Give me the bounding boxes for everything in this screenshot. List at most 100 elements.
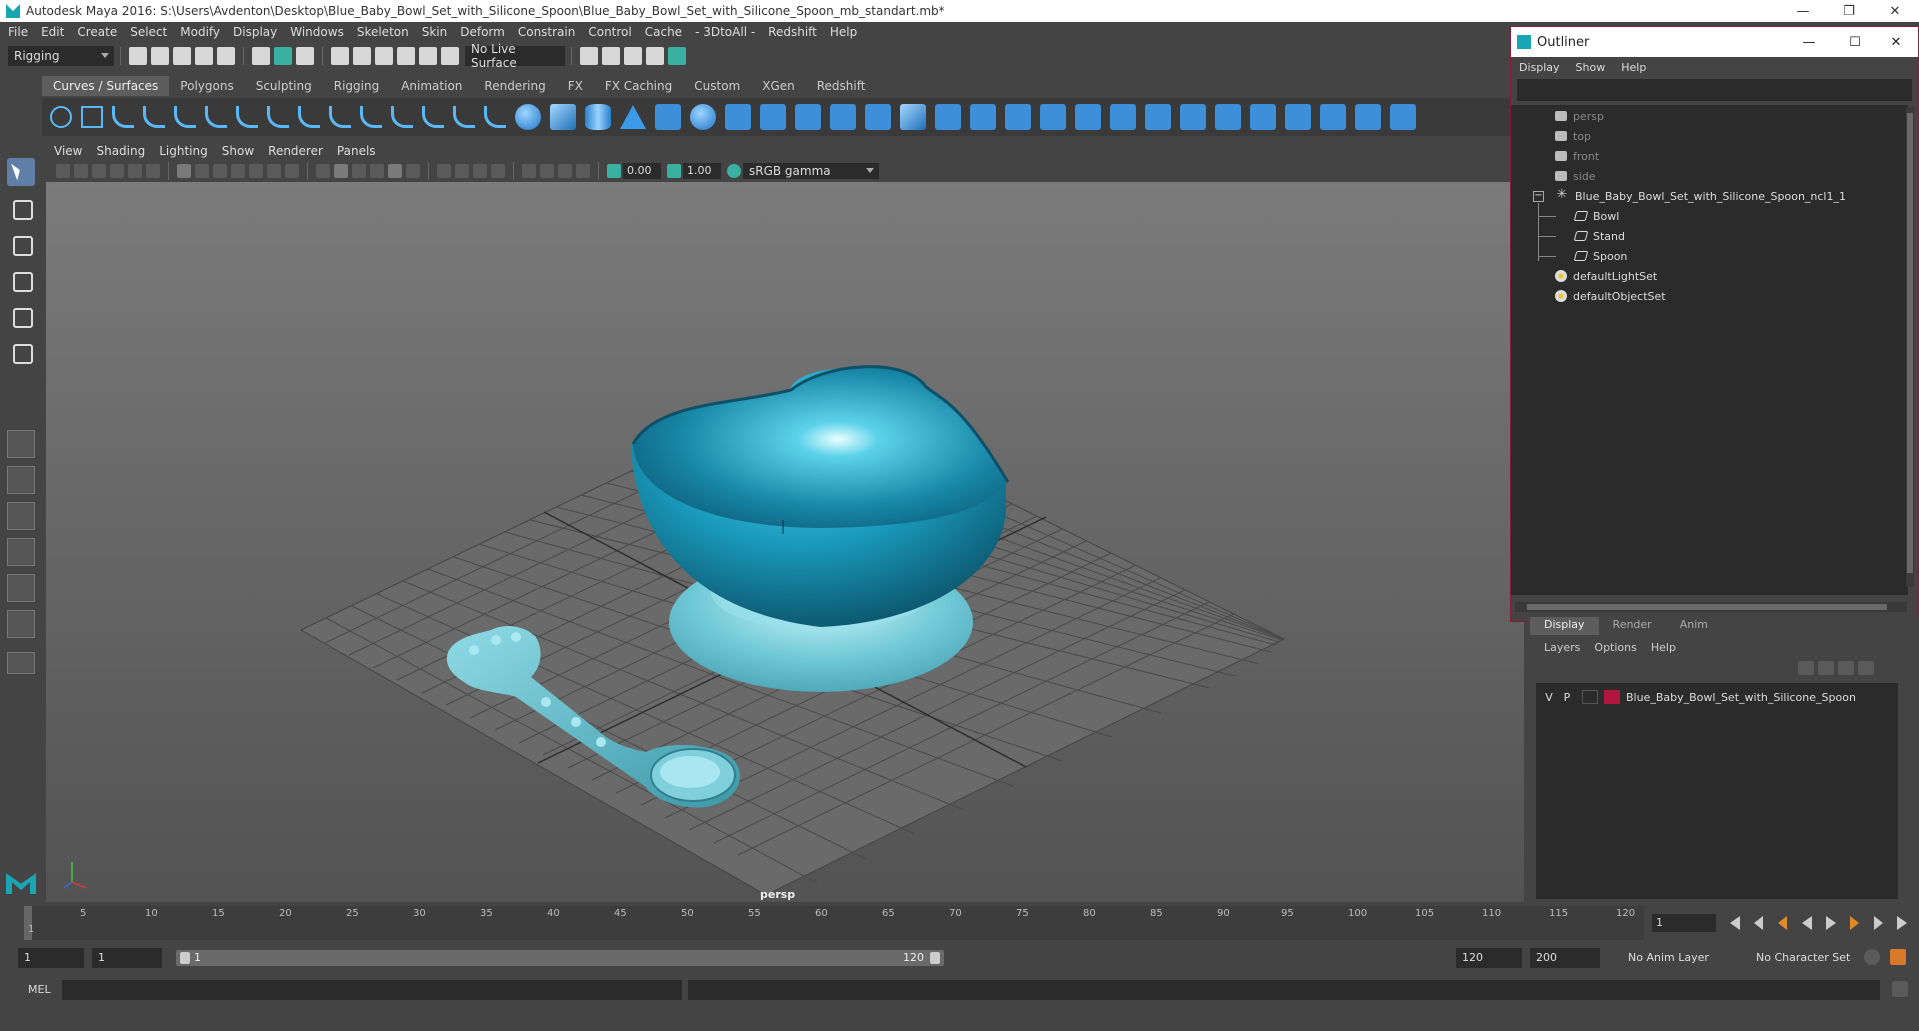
menu-skin[interactable]: Skin [422,25,448,39]
rebuild-surface-icon[interactable] [1320,104,1346,130]
magnet-icon[interactable] [441,47,459,65]
menu-cache[interactable]: Cache [645,25,682,39]
default-material-icon[interactable] [352,164,366,178]
nurbs-cylinder-icon[interactable] [585,104,611,130]
animation-end-field[interactable]: 200 [1530,948,1600,968]
tree-item-default-light-set[interactable]: defaultLightSet [1555,267,1657,285]
screen-space-ao-icon[interactable] [437,164,451,178]
menu-3dtoall[interactable]: - 3DtoAll - [695,25,755,39]
project-curve-icon[interactable] [1005,104,1031,130]
go-to-end-button[interactable] [1897,916,1907,930]
arc-tool-icon[interactable] [205,106,227,128]
snap-surface-icon[interactable] [419,47,437,65]
animation-start-field[interactable]: 1 [18,948,84,968]
outliner-horizontal-scrollbar[interactable] [1515,602,1907,612]
layer-menu-help[interactable]: Help [1651,641,1676,654]
persp-graph-layout-button[interactable] [7,538,35,566]
step-forward-button[interactable] [1874,916,1883,930]
image-plane-icon[interactable] [110,164,124,178]
depth-of-field-icon[interactable] [491,164,505,178]
step-back-button[interactable] [1754,916,1763,930]
tree-item-group[interactable]: ✳ Blue_Baby_Bowl_Set_with_Silicone_Spoon_… [1555,187,1846,205]
playback-start-field[interactable]: 1 [92,948,162,968]
play-forwards-button[interactable] [1826,916,1836,930]
range-end-handle[interactable] [930,952,940,964]
gamma-field[interactable]: 1.00 [683,163,721,179]
wireframe-icon[interactable] [316,164,330,178]
nurbs-square-icon[interactable] [81,106,103,128]
undo-icon[interactable] [195,47,213,65]
go-to-start-button[interactable] [1730,916,1740,930]
detach-curves-icon[interactable] [298,106,320,128]
panel-menu-shading[interactable]: Shading [96,144,145,158]
custom-layout-button[interactable] [7,652,35,674]
layer-menu-options[interactable]: Options [1594,641,1636,654]
motion-blur-icon[interactable] [455,164,469,178]
outliner-menu-help[interactable]: Help [1621,61,1646,74]
new-empty-layer-icon[interactable] [1838,661,1854,675]
loft-icon[interactable] [760,104,786,130]
menu-deform[interactable]: Deform [460,25,505,39]
trim-tool-icon[interactable] [1040,104,1066,130]
time-slider[interactable]: 1 5 10 15 20 25 30 35 40 45 50 55 60 65 … [0,906,1919,942]
anim-layer-dropdown[interactable]: No Anim Layer [1622,948,1742,968]
four-view-layout-button[interactable] [7,466,35,494]
detach-surfaces-icon[interactable] [1180,104,1206,130]
xray-components-icon[interactable] [576,164,590,178]
layer-tab-anim[interactable]: Anim [1666,617,1722,635]
nurbs-torus-icon[interactable] [690,104,716,130]
animation-preferences-icon[interactable] [1890,949,1906,965]
character-set-dropdown[interactable]: No Character Set [1750,948,1860,968]
tab-xgen[interactable]: XGen [751,76,806,96]
pencil-curve-icon[interactable] [174,106,196,128]
grid-icon[interactable] [177,164,191,178]
anti-aliasing-icon[interactable] [473,164,487,178]
snap-curve-icon[interactable] [353,47,371,65]
step-back-key-button[interactable] [1778,916,1787,930]
shadows-icon[interactable] [406,164,420,178]
tab-fx[interactable]: FX [557,76,594,96]
lasso-tool-button[interactable] [7,194,35,222]
menu-set-dropdown[interactable]: Rigging [8,46,114,66]
bookmark-icon[interactable] [92,164,106,178]
curve-editing-icon[interactable] [484,106,506,128]
minimize-button[interactable]: — [1780,0,1826,22]
layer-visibility-toggle[interactable]: V [1540,691,1558,704]
menu-display[interactable]: Display [233,25,277,39]
command-language-label[interactable]: MEL [28,983,51,996]
grease-pencil-icon[interactable] [146,164,160,178]
xray-joints-icon[interactable] [558,164,572,178]
single-perspective-layout-button[interactable] [7,430,35,458]
safe-title-icon[interactable] [285,164,299,178]
menu-modify[interactable]: Modify [180,25,220,39]
nurbs-plane-icon[interactable] [655,104,681,130]
tree-item-spoon[interactable]: Spoon [1573,247,1627,265]
layer-playback-toggle[interactable]: P [1558,691,1576,704]
move-tool-button[interactable] [7,266,35,294]
tab-sculpting[interactable]: Sculpting [245,76,323,96]
film-gate-icon[interactable] [195,164,209,178]
outliner-search-input[interactable] [1517,79,1912,101]
ep-curve-icon[interactable] [143,106,165,128]
tab-redshift[interactable]: Redshift [806,76,877,96]
panel-menu-renderer[interactable]: Renderer [268,144,323,158]
panel-menu-panels[interactable]: Panels [337,144,376,158]
move-layer-down-icon[interactable] [1818,661,1834,675]
step-forward-key-button[interactable] [1850,916,1859,930]
redo-icon[interactable] [217,47,235,65]
auto-key-icon[interactable] [1864,949,1880,965]
ipr-render-icon[interactable] [624,47,642,65]
menu-control[interactable]: Control [588,25,631,39]
close-button[interactable]: ✕ [1872,0,1918,22]
tree-item-default-object-set[interactable]: defaultObjectSet [1555,287,1666,305]
exposure-icon[interactable] [607,164,621,178]
tab-custom[interactable]: Custom [683,76,751,96]
render-frame-icon[interactable] [602,47,620,65]
playback-range-bar[interactable]: 1 120 [176,950,944,966]
intersect-icon[interactable] [1110,104,1136,130]
bezier-curve-icon[interactable] [236,106,258,128]
menu-select[interactable]: Select [130,25,167,39]
planar-icon[interactable] [795,104,821,130]
layer-tab-display[interactable]: Display [1530,617,1599,635]
outliner-vertical-scrollbar[interactable] [1906,107,1914,587]
